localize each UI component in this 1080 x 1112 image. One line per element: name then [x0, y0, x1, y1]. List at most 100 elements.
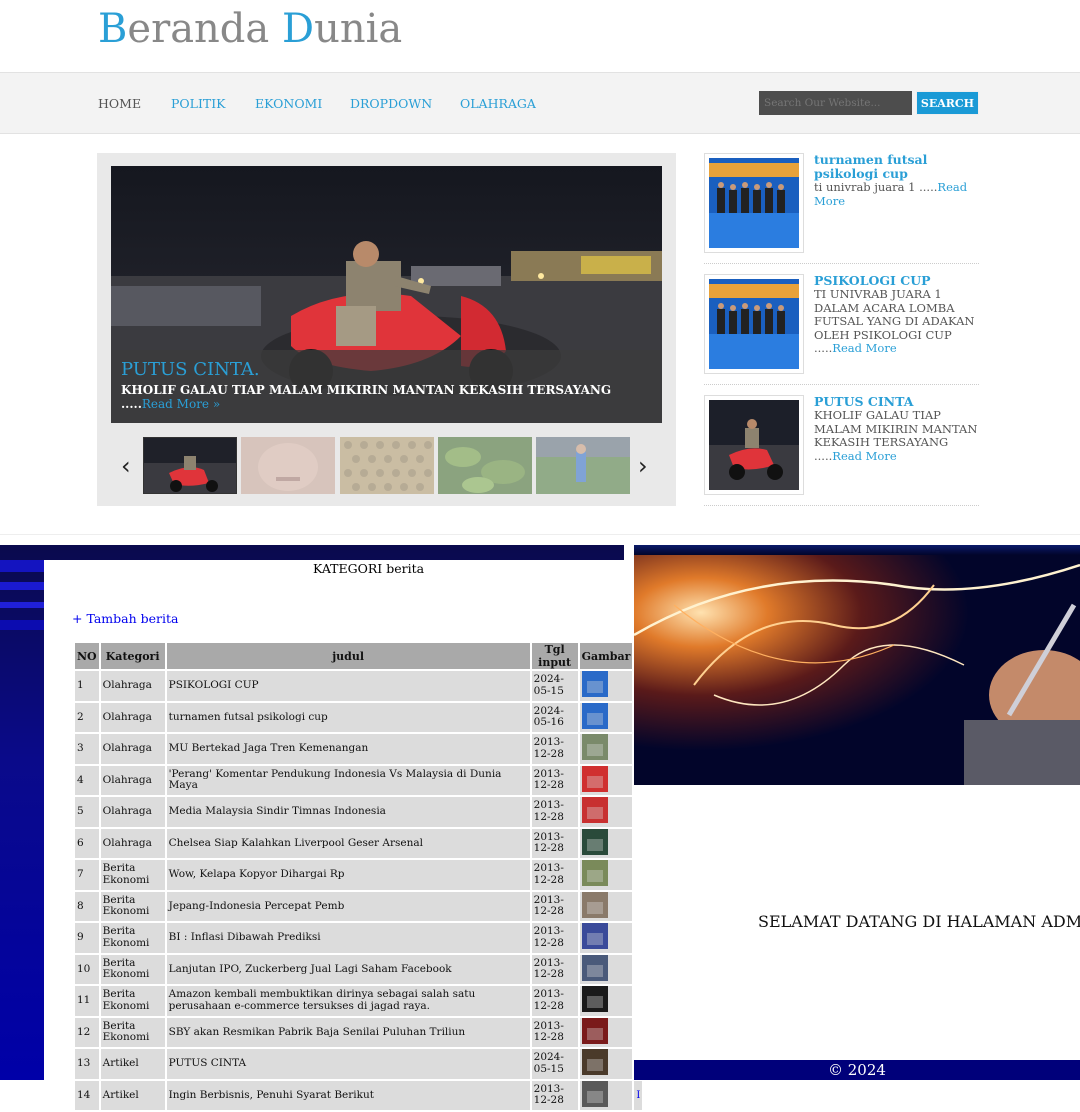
- row-kategori: Artikel: [100, 1049, 165, 1079]
- add-berita-link[interactable]: + Tambah berita: [72, 611, 178, 626]
- row-gambar: [579, 891, 633, 921]
- row-number: 2: [75, 702, 99, 732]
- brand-rest-2: unia: [314, 6, 403, 52]
- row-judul: Jepang-Indonesia Percepat Pemb: [166, 891, 530, 921]
- row-tgl-input: 2013-12-28: [531, 986, 578, 1016]
- site-logo[interactable]: Beranda Dunia: [98, 6, 402, 52]
- row-gambar: [579, 734, 633, 764]
- nav-dropdown[interactable]: DROPDOWN: [350, 96, 432, 111]
- row-thumbnail-image: [581, 671, 608, 697]
- row-judul: MU Bertekad Jaga Tren Kemenangan: [166, 734, 530, 764]
- slider-thumb-5[interactable]: [536, 437, 630, 494]
- texture-thumb: [340, 437, 434, 494]
- row-kategori: Olahraga: [100, 765, 165, 795]
- table-row: 2 Olahraga turnamen futsal psikologi cup 20…: [75, 702, 643, 732]
- table-row: 7 Berita Ekonomi Wow, Kelapa Kopyor Diharg…: [75, 860, 643, 890]
- row-gambar: [579, 1049, 633, 1079]
- side-post-read-more-3[interactable]: Read More: [832, 449, 896, 463]
- row-gambar: [579, 1017, 633, 1047]
- slider-next-arrow[interactable]: ›: [638, 452, 648, 480]
- berita-table: NO Kategori judul Tgl input Gambar 1 Olah…: [73, 641, 644, 1112]
- table-row: 10 Berita Ekonomi Lanjutan IPO, Zuckerberg…: [75, 954, 643, 984]
- row-thumbnail-image: [581, 734, 608, 760]
- row-number: 6: [75, 828, 99, 858]
- row-gambar: [579, 1080, 633, 1110]
- row-thumbnail-image: [581, 1017, 608, 1044]
- slider-read-more[interactable]: Read More »: [142, 397, 220, 411]
- row-judul: Amazon kembali membuktikan dirinya sebag…: [166, 986, 530, 1016]
- side-post-text-2: TI UNIVRAB JUARA 1 DALAM ACARA LOMBA FUT…: [814, 287, 979, 356]
- slider-thumb-1[interactable]: [143, 437, 237, 494]
- col-no: NO: [75, 643, 99, 669]
- row-tgl-input: 2013-12-28: [531, 860, 578, 890]
- row-kategori: Berita Ekonomi: [100, 923, 165, 953]
- search-button[interactable]: SEARCH: [916, 91, 979, 115]
- row-kategori: Olahraga: [100, 671, 165, 701]
- side-post-image-3[interactable]: [704, 395, 804, 495]
- nav-politik[interactable]: POLITIK: [171, 96, 226, 111]
- row-tgl-input: 2013-12-28: [531, 923, 578, 953]
- footer-copyright: © 2024: [828, 1061, 886, 1079]
- row-number: 8: [75, 891, 99, 921]
- row-gambar: [579, 702, 633, 732]
- row-kategori: Olahraga: [100, 797, 165, 827]
- row-judul: Chelsea Siap Kalahkan Liverpool Geser Ar…: [166, 828, 530, 858]
- nav-ekonomi[interactable]: EKONOMI: [255, 96, 322, 111]
- slider-prev-arrow[interactable]: ‹: [121, 452, 131, 480]
- row-kategori: Berita Ekonomi: [100, 954, 165, 984]
- table-row: 5 Olahraga Media Malaysia Sindir Timnas In…: [75, 797, 643, 827]
- row-kategori: Berita Ekonomi: [100, 1017, 165, 1047]
- table-row: 12 Berita Ekonomi SBY akan Resmikan Pabrik…: [75, 1017, 643, 1047]
- side-post-image-2[interactable]: [704, 274, 804, 374]
- row-thumbnail-image: [581, 797, 608, 823]
- nav-olahraga[interactable]: OLAHRAGA: [460, 96, 536, 111]
- light-streak-banner: [634, 545, 1080, 785]
- row-edit-link[interactable]: I: [636, 1090, 640, 1101]
- row-judul: turnamen futsal psikologi cup: [166, 702, 530, 732]
- slider-thumb-3[interactable]: [340, 437, 434, 494]
- futsal-team-photo: [709, 158, 799, 248]
- background-stripes: [0, 560, 44, 630]
- row-tgl-input: 2013-12-28: [531, 797, 578, 827]
- row-judul: BI : Inflasi Dibawah Prediksi: [166, 923, 530, 953]
- futsal-team-photo: [709, 279, 799, 369]
- admin-table-title: KATEGORI berita: [313, 561, 425, 576]
- table-row: 9 Berita Ekonomi BI : Inflasi Dibawah Pred…: [75, 923, 643, 953]
- brand-rest-1: eranda: [127, 6, 270, 52]
- row-thumbnail-image: [581, 828, 608, 855]
- row-number: 10: [75, 954, 99, 984]
- row-gambar: [579, 860, 633, 890]
- slider-text: KHOLIF GALAU TIAP MALAM MIKIRIN MANTAN K…: [121, 383, 656, 411]
- table-row: 11 Berita Ekonomi Amazon kembali membuktik…: [75, 986, 643, 1016]
- table-row: 3 Olahraga MU Bertekad Jaga Tren Kemenanga…: [75, 734, 643, 764]
- row-kategori: Berita Ekonomi: [100, 860, 165, 890]
- row-tgl-input: 2013-12-28: [531, 734, 578, 764]
- row-tgl-input: 2024-05-15: [531, 1049, 578, 1079]
- side-post-title-1[interactable]: turnamen futsal psikologi cup: [814, 153, 976, 181]
- search-input[interactable]: [759, 91, 912, 115]
- leaves-thumb: [438, 437, 532, 494]
- side-post-read-more-2[interactable]: Read More: [832, 341, 896, 355]
- motorbike-thumb: [144, 438, 236, 493]
- row-judul: Lanjutan IPO, Zuckerberg Jual Lagi Saham…: [166, 954, 530, 984]
- row-judul: PSIKOLOGI CUP: [166, 671, 530, 701]
- slider-thumb-2[interactable]: [241, 437, 335, 494]
- row-gambar: [579, 765, 633, 795]
- row-action-link[interactable]: I: [634, 1080, 643, 1110]
- side-post-title-3[interactable]: PUTUS CINTA: [814, 395, 976, 409]
- nav-home[interactable]: HOME: [98, 96, 141, 111]
- row-thumbnail-image: [581, 860, 608, 886]
- row-number: 5: [75, 797, 99, 827]
- slider-title[interactable]: PUTUS CINTA.: [121, 359, 260, 380]
- row-tgl-input: 2024-05-16: [531, 702, 578, 732]
- side-post-image-1[interactable]: [704, 153, 804, 253]
- col-tgl-input: Tgl input: [531, 643, 578, 669]
- row-tgl-input: 2013-12-28: [531, 1080, 578, 1110]
- row-kategori: Artikel: [100, 1080, 165, 1110]
- admin-banner-image: [634, 545, 1080, 785]
- row-gambar: [579, 986, 633, 1016]
- side-post-title-2[interactable]: PSIKOLOGI CUP: [814, 274, 976, 288]
- face-thumb: [241, 437, 335, 494]
- col-kategori: Kategori: [100, 643, 165, 669]
- slider-thumb-4[interactable]: [438, 437, 532, 494]
